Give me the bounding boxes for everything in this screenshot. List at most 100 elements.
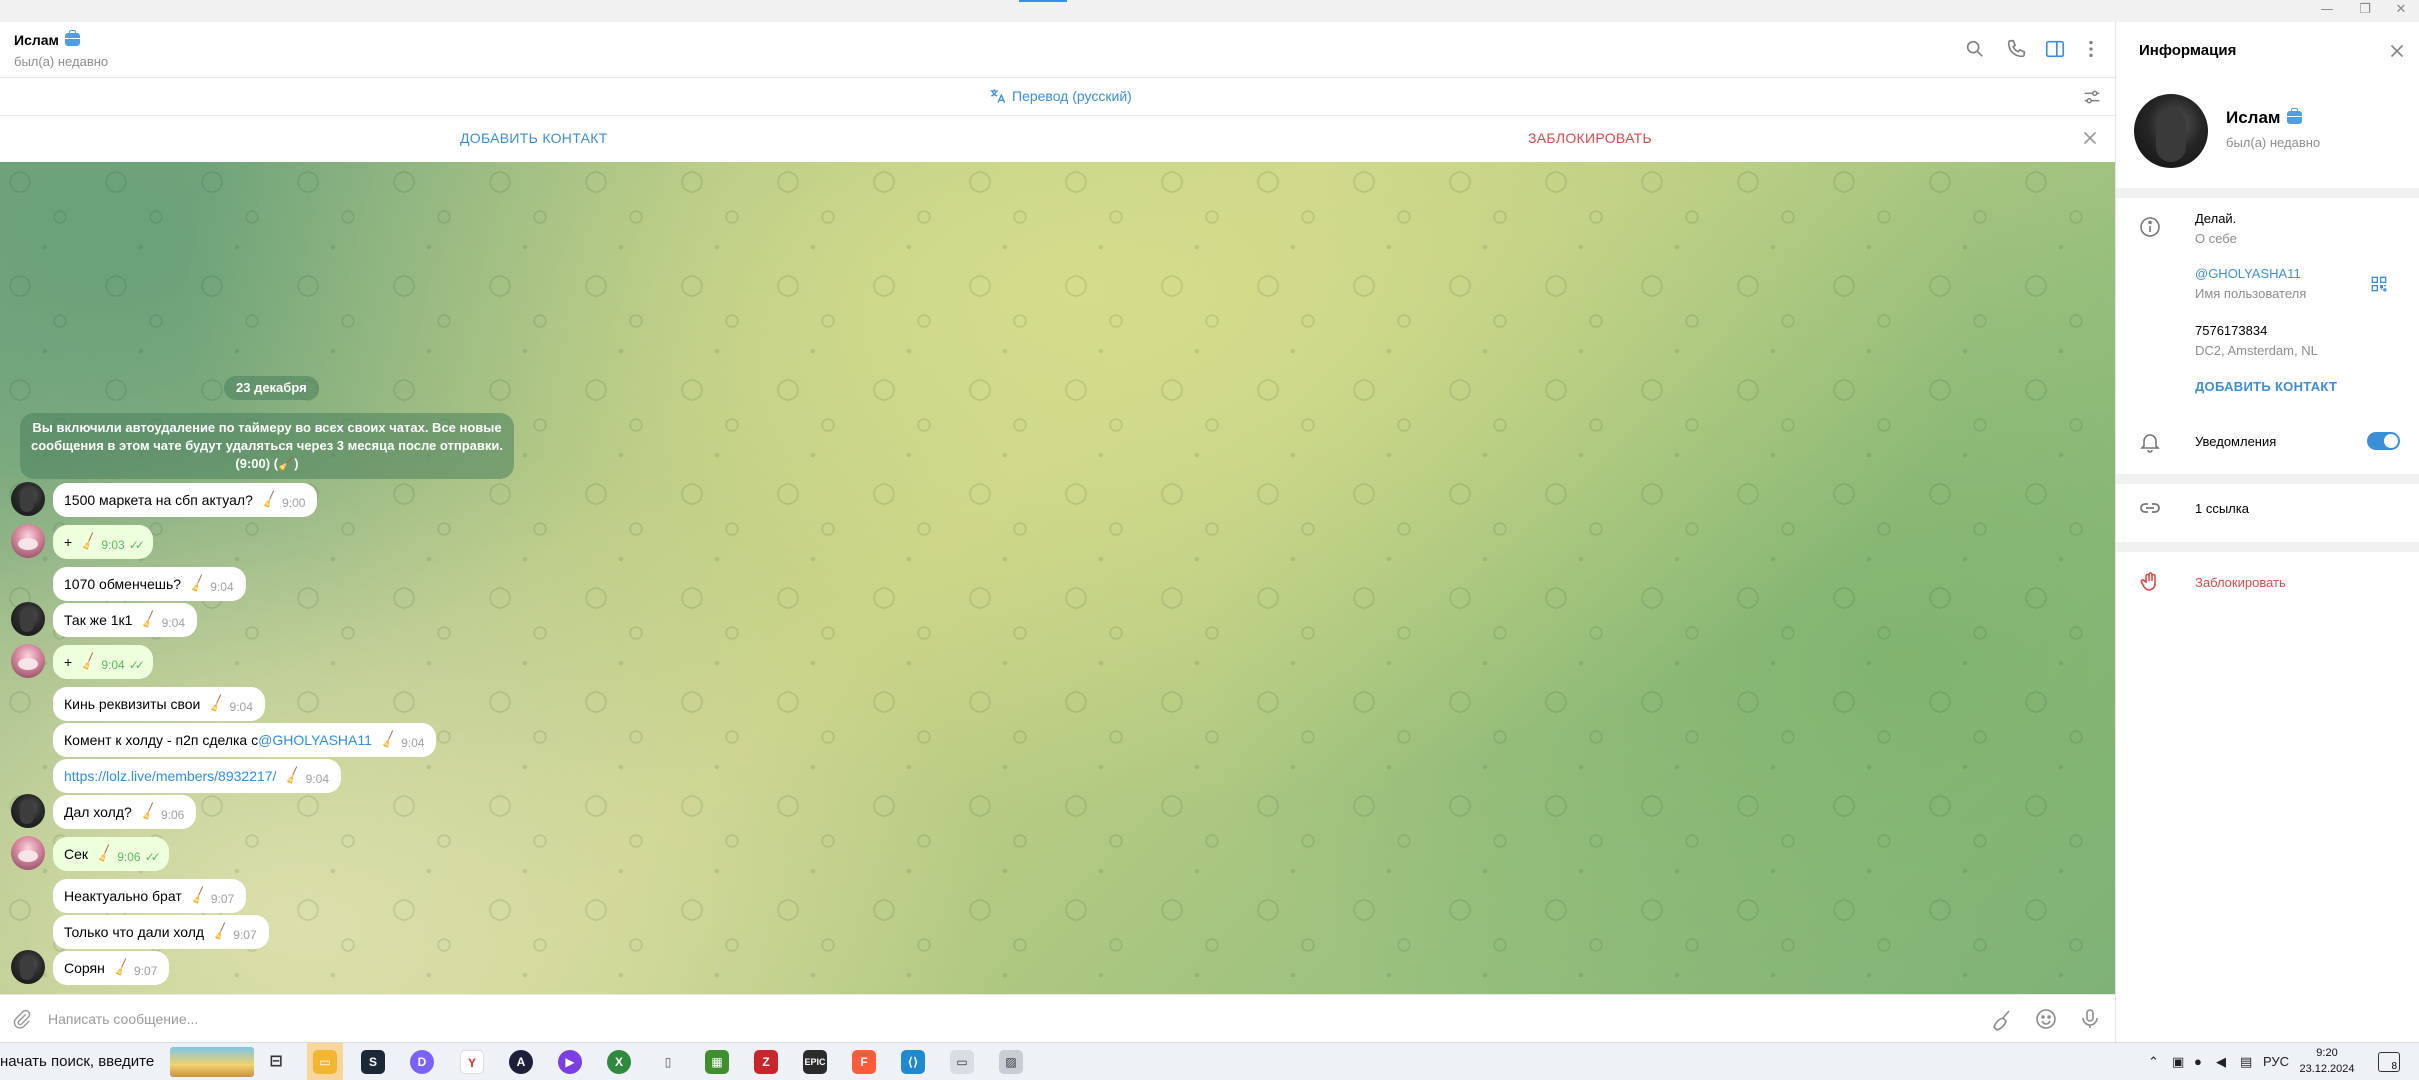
search-icon[interactable] xyxy=(1964,38,1986,60)
notifications-toggle[interactable] xyxy=(2367,432,2400,450)
keyboard-lang[interactable]: РУС xyxy=(2263,1054,2289,1069)
avatar[interactable] xyxy=(11,794,45,828)
qr-code-icon[interactable] xyxy=(2369,274,2389,294)
message-time: 9:04 xyxy=(210,580,234,594)
emoji-icon[interactable] xyxy=(2034,1007,2058,1031)
broom-icon: 🧹 xyxy=(187,573,209,594)
wallpaper-pattern xyxy=(0,162,2115,994)
message-bubble[interactable]: Кинь реквизиты свои 🧹 9:04 xyxy=(53,687,265,721)
add-contact-button[interactable]: ДОБАВИТЬ КОНТАКТ xyxy=(2195,379,2337,394)
translate-settings-icon[interactable] xyxy=(2081,86,2103,108)
message-bubble[interactable]: Только что дали холд 🧹 9:07 xyxy=(53,915,269,949)
sidebar-toggle-icon[interactable] xyxy=(2044,38,2066,60)
message-text: + xyxy=(64,534,73,550)
message-bubble[interactable]: Сек 🧹 9:06 ✓✓ xyxy=(53,837,169,871)
message-time: 9:06 xyxy=(160,808,185,822)
network-icon[interactable]: ▤ xyxy=(2240,1054,2252,1070)
mention-link[interactable]: @GHOLYASHA11 xyxy=(258,723,372,757)
message-bubble[interactable]: + 🧹 9:03 ✓✓ xyxy=(53,525,153,559)
translate-button[interactable]: Перевод (русский) xyxy=(988,86,1132,106)
file-explorer-icon[interactable]: ▭ xyxy=(313,1050,337,1074)
discord-icon[interactable]: D xyxy=(410,1050,434,1074)
username-link[interactable]: @GHOLYASHA11 xyxy=(2195,266,2301,281)
broom-icon: 🧹 xyxy=(111,957,132,978)
message-bubble[interactable]: Неактуально брат 🧹 9:07 xyxy=(53,879,247,913)
media-player-icon[interactable]: ▶ xyxy=(558,1050,582,1074)
avatar[interactable] xyxy=(11,644,45,678)
phone-icon[interactable] xyxy=(2005,38,2027,60)
window-close-icon[interactable]: ✕ xyxy=(2386,2,2416,17)
translate-bar: Перевод (русский) xyxy=(0,78,2115,116)
avatar[interactable] xyxy=(11,950,45,984)
profile-avatar[interactable] xyxy=(2134,94,2208,168)
mouse-icon[interactable]: ▯ xyxy=(656,1050,680,1074)
message-text: Сорян xyxy=(64,960,105,976)
window-app-icon[interactable]: ▭ xyxy=(950,1050,974,1074)
message-bubble[interactable]: 1070 обменчешь? 🧹 9:04 xyxy=(53,567,246,601)
app-icon-a[interactable]: A xyxy=(509,1050,533,1074)
message-bubble[interactable]: https://lolz.live/members/8932217/ 🧹 9:04 xyxy=(53,759,341,793)
message-text: Кинь реквизиты свои xyxy=(64,696,201,712)
avatar[interactable] xyxy=(11,836,45,870)
shared-links-item[interactable]: 1 ссылка xyxy=(2195,501,2249,516)
block-user-button[interactable]: ЗАБЛОКИРОВАТЬ xyxy=(1528,130,1652,146)
vscode-icon[interactable]: ⟨⟩ xyxy=(901,1050,925,1074)
figma-icon[interactable]: F xyxy=(852,1050,876,1074)
message-text: + xyxy=(64,654,73,670)
avatar[interactable] xyxy=(11,482,45,516)
add-contact-button[interactable]: ДОБАВИТЬ КОНТАКТ xyxy=(460,130,608,146)
broom-icon: 🧹 xyxy=(378,729,400,750)
yandex-browser-icon[interactable]: Y xyxy=(460,1050,484,1074)
restore-icon[interactable]: ❐ xyxy=(2350,2,2380,17)
steam-icon[interactable]: S xyxy=(361,1050,385,1074)
message-text: Сек xyxy=(64,846,89,862)
chevron-up-icon[interactable]: ⌃ xyxy=(2148,1054,2159,1070)
user-id: 7576173834 xyxy=(2195,323,2268,338)
message-list[interactable]: 23 декабря Вы включили автоудаление по т… xyxy=(0,162,2115,994)
close-icon[interactable] xyxy=(2386,40,2408,62)
broom-timer-icon[interactable] xyxy=(1990,1007,2014,1031)
message-time: 9:04 xyxy=(401,736,425,750)
message-input[interactable] xyxy=(48,1004,1948,1034)
broom-icon: 🧹 xyxy=(207,693,228,714)
xbox-icon[interactable]: X xyxy=(607,1050,631,1074)
task-view-icon[interactable]: ⊟ xyxy=(264,1050,288,1074)
message-time: 9:07 xyxy=(210,892,235,906)
more-vertical-icon[interactable] xyxy=(2080,38,2102,60)
epic-games-icon[interactable]: EPIC xyxy=(803,1050,827,1074)
clock-time: 9:20 xyxy=(2316,1047,2338,1059)
notifications-icon[interactable]: 8 xyxy=(2378,1052,2400,1072)
minecraft-icon[interactable]: ▦ xyxy=(705,1050,729,1074)
message-bubble[interactable]: + 🧹 9:04 ✓✓ xyxy=(53,645,153,679)
clock-date: 23.12.2024 xyxy=(2299,1063,2355,1075)
bio-text: Делай. xyxy=(2195,211,2237,226)
tray-mic-icon[interactable]: ● xyxy=(2194,1054,2202,1069)
avatar[interactable] xyxy=(11,524,45,558)
message-time: 9:04 xyxy=(305,772,329,786)
microphone-icon[interactable] xyxy=(2078,1007,2102,1031)
message-bubble[interactable]: Комент к холду - п2п сделка с @GHOLYASHA… xyxy=(53,723,437,757)
chat-title[interactable]: Ислам xyxy=(14,30,80,48)
filezilla-icon[interactable]: Z xyxy=(754,1050,778,1074)
block-user-button[interactable]: Заблокировать xyxy=(2195,575,2286,590)
photos-icon[interactable]: ▨ xyxy=(999,1050,1023,1074)
message-text: Только что дали холд xyxy=(64,924,205,940)
taskbar-search[interactable]: начать поиск, введите xyxy=(0,1053,154,1070)
message-time: 9:03 xyxy=(101,538,125,552)
paperclip-icon[interactable] xyxy=(11,1008,33,1030)
message-bubble[interactable]: 1500 маркета на сбп актуал? 🧹 9:00 xyxy=(53,483,318,517)
taskbar-clock[interactable]: 9:20 23.12.2024 xyxy=(2290,1045,2364,1077)
minimize-icon[interactable]: — xyxy=(2312,2,2342,17)
message-link[interactable]: https://lolz.live/members/8932217/ xyxy=(64,759,276,793)
close-icon[interactable] xyxy=(2079,127,2101,149)
double-check-icon: ✓✓ xyxy=(128,538,145,552)
tray-window-icon[interactable]: ▣ xyxy=(2172,1054,2184,1070)
message-composer xyxy=(0,994,2115,1042)
message-bubble[interactable]: Так же 1к1 🧹 9:04 xyxy=(53,603,198,637)
message-bubble[interactable]: Дал холд? 🧹 9:06 xyxy=(53,795,197,829)
double-check-icon: ✓✓ xyxy=(128,658,145,672)
info-panel-title: Информация xyxy=(2139,42,2237,59)
message-bubble[interactable]: Сорян 🧹 9:07 xyxy=(53,951,170,985)
avatar[interactable] xyxy=(11,602,45,636)
volume-icon[interactable]: ◀ xyxy=(2216,1054,2226,1070)
